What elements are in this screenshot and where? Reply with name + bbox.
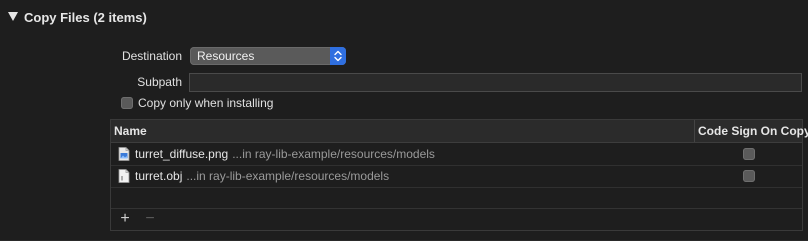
add-button[interactable]: + <box>118 211 132 227</box>
file-name: turret.obj <box>135 169 183 183</box>
destination-label: Destination <box>121 49 182 63</box>
popup-arrows-icon <box>330 47 346 65</box>
copy-only-installing-label: Copy only when installing <box>138 96 274 110</box>
phase-title: Copy Files (2 items) <box>24 10 147 25</box>
document-file-icon <box>118 169 130 188</box>
subpath-input[interactable] <box>190 74 801 92</box>
file-entry: turret.obj ...in ray-lib-example/resource… <box>135 169 389 183</box>
table-divider <box>111 208 802 209</box>
column-header-name[interactable]: Name <box>114 124 147 138</box>
column-divider[interactable] <box>694 120 695 142</box>
table-row[interactable]: turret_diffuse.png ...in ray-lib-example/… <box>111 143 802 166</box>
subpath-field[interactable] <box>189 73 802 92</box>
table-header: Name Code Sign On Copy <box>111 120 808 143</box>
code-sign-checkbox[interactable] <box>743 148 755 160</box>
copy-only-installing-checkbox[interactable] <box>121 97 133 109</box>
column-header-code-sign[interactable]: Code Sign On Copy <box>698 124 808 138</box>
file-name: turret_diffuse.png <box>135 147 229 161</box>
file-path: ...in ray-lib-example/resources/models <box>232 147 435 161</box>
phase-header[interactable]: Copy Files (2 items) <box>0 0 808 36</box>
disclosure-triangle-icon[interactable] <box>8 12 18 21</box>
code-sign-checkbox[interactable] <box>743 170 755 182</box>
subpath-label: Subpath <box>137 75 182 89</box>
destination-value: Resources <box>197 49 255 63</box>
image-file-icon <box>118 147 130 166</box>
file-path: ...in ray-lib-example/resources/models <box>186 169 390 183</box>
files-table: Name Code Sign On Copy turret_diffuse.pn… <box>110 119 808 231</box>
copy-files-phase: Copy Files (2 items) Destination Resourc… <box>0 0 808 241</box>
remove-button[interactable]: − <box>143 211 157 227</box>
file-entry: turret_diffuse.png ...in ray-lib-example/… <box>135 147 435 161</box>
table-row[interactable]: turret.obj ...in ray-lib-example/resource… <box>111 165 802 188</box>
destination-popup[interactable]: Resources <box>190 47 346 65</box>
